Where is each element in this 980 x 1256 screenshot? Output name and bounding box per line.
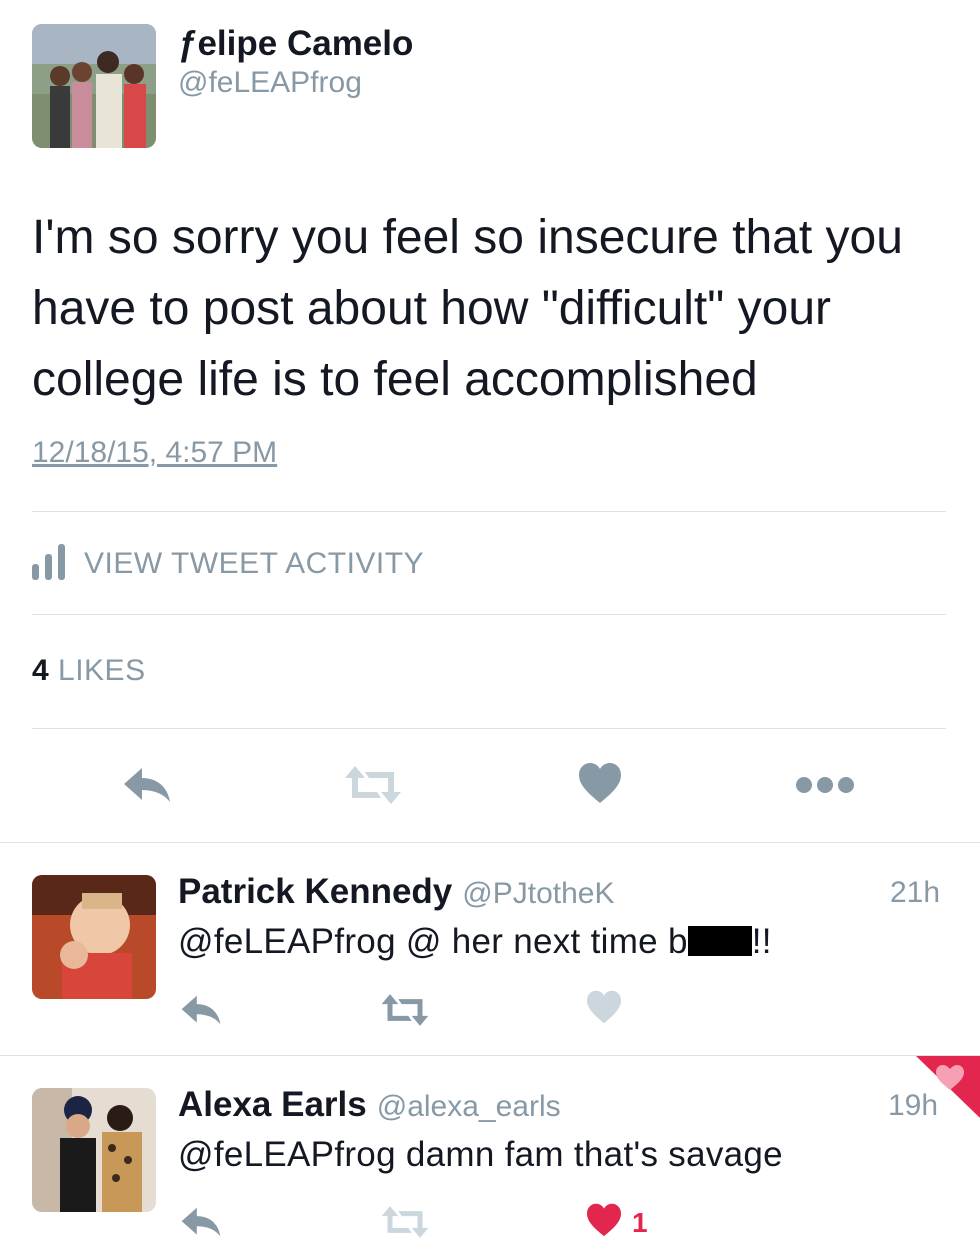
bar-chart-icon	[32, 543, 66, 585]
heart-icon	[578, 762, 622, 809]
retweet-button[interactable]	[343, 766, 403, 809]
like-button[interactable]	[578, 762, 622, 809]
view-tweet-activity-label: VIEW TWEET ACTIVITY	[84, 547, 425, 580]
likes-count: 4	[32, 654, 50, 687]
reply-author[interactable]: Patrick Kennedy @PJtotheK	[178, 872, 614, 912]
divider	[0, 1055, 980, 1056]
reply-avatar[interactable]	[32, 875, 156, 999]
view-tweet-activity-link[interactable]: VIEW TWEET ACTIVITY	[32, 543, 425, 585]
reply-author[interactable]: Alexa Earls @alexa_earls	[178, 1085, 561, 1125]
reply-icon	[122, 766, 172, 809]
reply-like-button[interactable]: 1	[586, 1203, 648, 1242]
reply-author-handle: @PJtotheK	[462, 877, 615, 910]
reply-like-count: 1	[632, 1206, 648, 1238]
reply-text-after: !!	[751, 922, 772, 961]
author-name[interactable]: ƒelipe Camelo	[178, 24, 413, 64]
author-handle[interactable]: @feLEAPfrog	[178, 66, 362, 100]
tweet-timestamp[interactable]: 12/18/15, 4:57 PM	[32, 436, 277, 470]
reply-button[interactable]	[122, 766, 172, 809]
reply-icon	[180, 994, 222, 1031]
reply-retweet-button[interactable]	[380, 1206, 430, 1243]
reply-icon	[180, 1206, 222, 1243]
likes-count-link[interactable]: 4 LIKES	[32, 654, 146, 688]
retweet-icon	[380, 1206, 430, 1243]
reply-text-before: @feLEAPfrog @ her next time b	[178, 922, 688, 961]
author-avatar[interactable]	[32, 24, 156, 148]
tweet-text: I'm so sorry you feel so insecure that y…	[32, 211, 903, 406]
heart-icon	[586, 990, 622, 1029]
reply-retweet-button[interactable]	[380, 994, 430, 1031]
redaction-box	[687, 926, 752, 956]
likes-label: LIKES	[58, 654, 146, 687]
reply-reply-button[interactable]	[180, 1206, 222, 1243]
reply-author-name: Alexa Earls	[178, 1085, 367, 1124]
reply-author-handle: @alexa_earls	[376, 1090, 561, 1123]
reply-time: 21h	[890, 876, 941, 909]
retweet-icon	[343, 766, 403, 809]
divider	[32, 728, 946, 729]
heart-filled-icon	[586, 1203, 622, 1242]
divider	[0, 842, 980, 843]
divider	[32, 511, 946, 512]
reply-time: 19h	[888, 1089, 939, 1122]
divider	[32, 614, 946, 615]
retweet-icon	[380, 994, 430, 1031]
reply-like-button[interactable]	[586, 990, 622, 1029]
reply-text: @feLEAPfrog damn fam that's savage	[178, 1135, 783, 1174]
more-button[interactable]	[796, 776, 854, 799]
reply-text: @feLEAPfrog @ her next time b!!	[178, 922, 772, 962]
reply-author-name: Patrick Kennedy	[178, 872, 453, 911]
reply-avatar[interactable]	[32, 1088, 156, 1212]
more-dots-icon	[796, 776, 854, 799]
reply-reply-button[interactable]	[180, 994, 222, 1031]
